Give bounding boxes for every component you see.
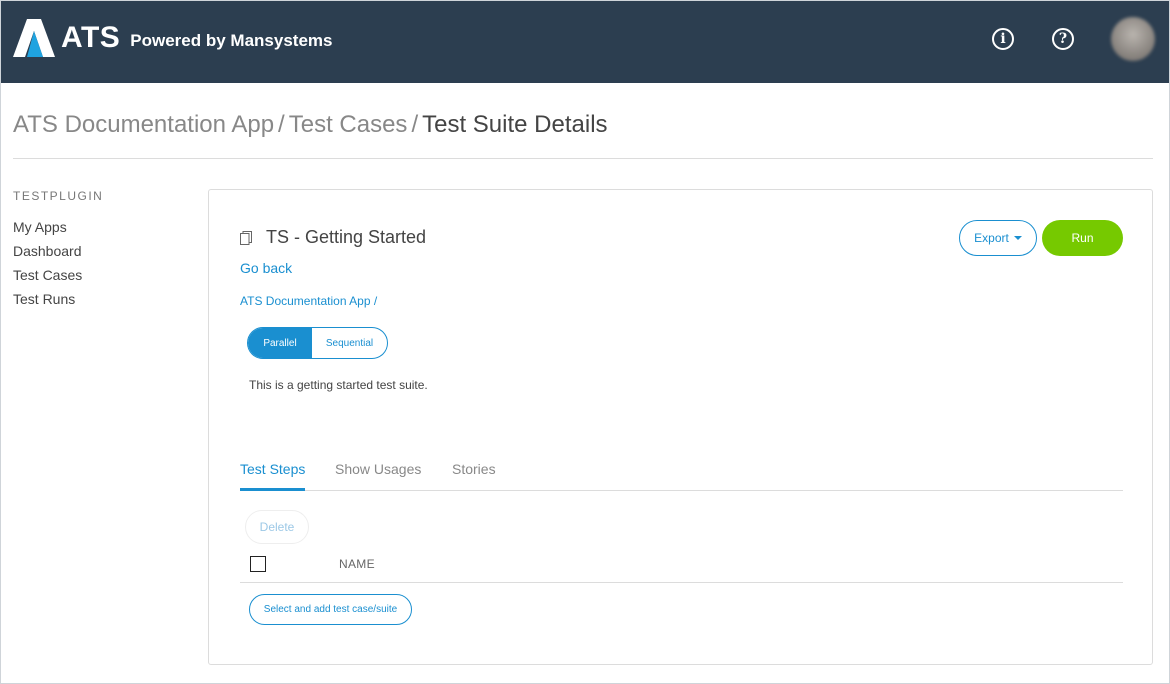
user-avatar[interactable] <box>1111 17 1155 61</box>
breadcrumb: ATS Documentation App / Test Cases / Test Su… <box>13 111 608 139</box>
logo-text: ATS <box>61 21 121 54</box>
suite-description: This is a getting started test suite. <box>249 378 428 392</box>
execution-mode-toggle: Parallel Sequential <box>247 327 388 359</box>
delete-button[interactable]: Delete <box>245 510 309 544</box>
add-test-case-button[interactable]: Select and add test case/suite <box>249 594 412 625</box>
sidebar-item-test-runs[interactable]: Test Runs <box>13 287 193 311</box>
ats-logo-icon <box>13 19 55 57</box>
sidebar-item-my-apps[interactable]: My Apps <box>13 215 193 239</box>
sidebar-item-dashboard[interactable]: Dashboard <box>13 239 193 263</box>
logo-subtitle: Powered by Mansystems <box>130 31 333 50</box>
tab-test-steps[interactable]: Test Steps <box>240 460 306 491</box>
run-button[interactable]: Run <box>1042 220 1123 256</box>
document-icon <box>240 230 252 245</box>
sidebar: TESTPLUGIN My Apps Dashboard Test Cases … <box>13 189 193 311</box>
suite-path-link[interactable]: ATS Documentation App / <box>240 294 377 308</box>
mode-parallel[interactable]: Parallel <box>248 328 312 358</box>
column-header-name[interactable]: NAME <box>339 557 375 571</box>
sidebar-item-test-cases[interactable]: Test Cases <box>13 263 193 287</box>
breadcrumb-item-app[interactable]: ATS Documentation App <box>13 111 274 138</box>
header-divider <box>13 158 1153 159</box>
tab-bar: Test Steps Show Usages Stories <box>240 460 1123 491</box>
help-icon[interactable]: ? <box>1052 28 1074 50</box>
mode-sequential[interactable]: Sequential <box>312 328 387 358</box>
breadcrumb-item-test-cases[interactable]: Test Cases <box>289 111 408 138</box>
export-button[interactable]: Export <box>959 220 1037 256</box>
tab-show-usages[interactable]: Show Usages <box>335 460 421 491</box>
export-label: Export <box>974 231 1009 245</box>
breadcrumb-separator: / <box>411 111 419 138</box>
info-icon[interactable]: i <box>992 28 1014 50</box>
suite-title: TS - Getting Started <box>266 227 427 247</box>
table-header-row: NAME <box>240 550 1123 583</box>
ats-logo[interactable]: ATS Powered by Mansystems <box>13 19 332 57</box>
top-navbar: ATS Powered by Mansystems i ? <box>1 1 1169 83</box>
sidebar-heading: TESTPLUGIN <box>13 189 104 203</box>
breadcrumb-separator: / <box>278 111 285 138</box>
tab-stories[interactable]: Stories <box>452 460 496 491</box>
suite-details-card: TS - Getting Started Go back ATS Documen… <box>208 189 1153 665</box>
caret-down-icon <box>1013 236 1022 240</box>
go-back-link[interactable]: Go back <box>240 260 292 276</box>
select-all-checkbox[interactable] <box>250 556 266 572</box>
breadcrumb-current: Test Suite Details <box>422 111 608 138</box>
suite-title-row: TS - Getting Started <box>240 227 426 248</box>
